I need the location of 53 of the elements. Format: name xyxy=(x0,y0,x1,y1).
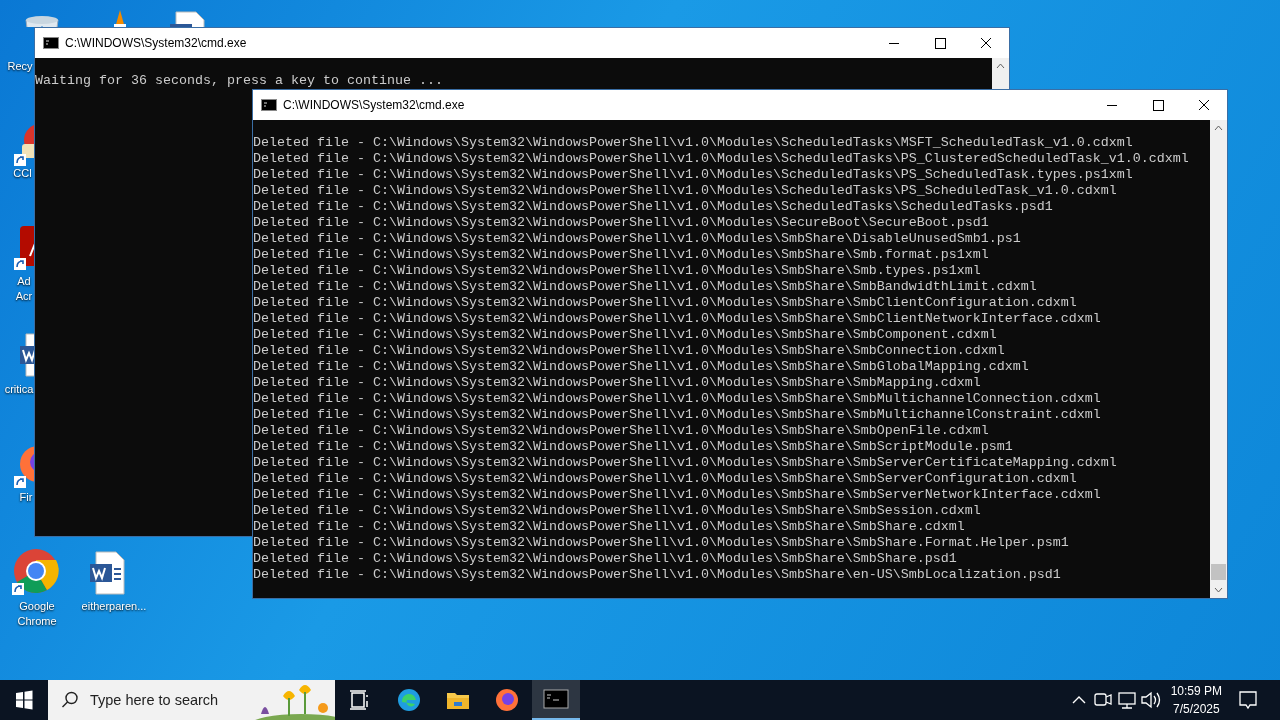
console-line: Deleted file - C:\Windows\System32\WindowsPowerShell\v1.0\Modules\SmbShare\SmbBandwidthLimit.cdxml xyxy=(253,279,1038,295)
console-line: Deleted file - C:\Windows\System32\WindowsPowerShell\v1.0\Modules\SmbShare\SmbShare.psd1 xyxy=(253,551,958,567)
console-line: Deleted file - C:\Windows\System32\WindowsPowerShell\v1.0\Modules\ScheduledTasks\ScheduledTasks.psd1 xyxy=(253,199,1054,215)
console-line: Deleted file - C:\Windows\System32\WindowsPowerShell\v1.0\Modules\SmbShare\SmbGlobalMapping.cdxml xyxy=(253,359,1030,375)
search-field[interactable]: Type here to search xyxy=(88,691,252,709)
console-line: Deleted file - C:\Windows\System32\WindowsPowerShell\v1.0\Modules\SmbShare\SmbOpenFile.cdxml xyxy=(253,423,990,439)
window-title: C:\WINDOWS\System32\cmd.exe xyxy=(65,36,247,50)
console-line: Deleted file - C:\Windows\System32\WindowsPowerShell\v1.0\Modules\ScheduledTasks\MSFT_ScheduledTask_v1.0.cdxml xyxy=(253,135,1134,151)
chrome-icon[interactable] xyxy=(12,547,60,595)
console-line: Deleted file - C:\Windows\System32\WindowsPowerShell\v1.0\Modules\SmbShare\SmbServerNetworkInterface.cdxml xyxy=(253,487,1102,503)
icon-label: Ad Acr xyxy=(14,274,34,304)
console-line: Deleted file - C:\Windows\System32\WindowsPowerShell\v1.0\Modules\SmbShare\SmbMultichannelConnection.cdxml xyxy=(253,391,1102,407)
search-bar[interactable]: Type here to search xyxy=(48,680,335,720)
console-line: Deleted file - C:\Windows\System32\WindowsPowerShell\v1.0\Modules\SmbShare\SmbShare.cdxml xyxy=(253,519,966,535)
window-title: C:\WINDOWS\System32\cmd.exe xyxy=(283,98,465,112)
console-line: Deleted file - C:\Windows\System32\WindowsPowerShell\v1.0\Modules\SmbShare\en-US\SmbLocalization.psd1 xyxy=(253,567,1062,583)
console-line: Deleted file - C:\Windows\System32\WindowsPowerShell\v1.0\Modules\ScheduledTasks\PS_ScheduledTask_v1.0.cdxml xyxy=(253,183,1118,199)
console-line: Deleted file - C:\Windows\System32\WindowsPowerShell\v1.0\Modules\SmbShare\SmbServerConfiguration.cdxml xyxy=(253,471,1078,487)
icon-label: Google Chrome xyxy=(16,599,58,629)
console-line: Deleted file - C:\Windows\System32\WindowsPowerShell\v1.0\Modules\SmbShare\SmbMultichannelConstraint.cdxml xyxy=(253,407,1102,423)
console-line: Deleted file - C:\Windows\System32\WindowsPowerShell\v1.0\Modules\SmbShare\DisableUnusedSmb1.ps1 xyxy=(253,231,1022,247)
icon-label: Fir xyxy=(18,490,34,505)
terminal-icon xyxy=(261,99,277,111)
console-line: Deleted file - C:\Windows\System32\WindowsPowerShell\v1.0\Modules\SmbShare\SmbMapping.cdxml xyxy=(253,375,982,391)
console-line: Deleted file - C:\Windows\System32\WindowsPowerShell\v1.0\Modules\SmbShare\SmbSession.cdxml xyxy=(253,503,982,519)
console-line: Deleted file - C:\Windows\System32\WindowsPowerShell\v1.0\Modules\SmbShare\Smb.format.ps1xml xyxy=(253,247,990,263)
console-line: Deleted file - C:\Windows\System32\WindowsPowerShell\v1.0\Modules\SmbShare\SmbConnection.cdxml xyxy=(253,343,1006,359)
icon-label: critica xyxy=(4,382,34,397)
terminal-icon xyxy=(543,686,569,712)
edge-icon xyxy=(396,687,422,713)
terminal-icon xyxy=(43,37,59,49)
console-line: Deleted file - C:\Windows\System32\WindowsPowerShell\v1.0\Modules\SmbShare\SmbServerCertificateMapping.cdxml xyxy=(253,455,1118,471)
console-line: Deleted file - C:\Windows\System32\WindowsPowerShell\v1.0\Modules\SecureBoot\SecureBoot.psd1 xyxy=(253,215,990,231)
console-line: Deleted file - C:\Windows\System32\WindowsPowerShell\v1.0\Modules\ScheduledTasks\PS_ScheduledTask.types.ps1xml xyxy=(253,167,1134,183)
clock-date: 7/5/2025 xyxy=(1172,701,1220,718)
console-line: Waiting for 36 seconds, press a key to continue ... xyxy=(35,73,444,89)
icon-label: Recy xyxy=(7,59,33,74)
icon-label: CCl xyxy=(13,166,32,181)
search-icon xyxy=(60,690,80,710)
console-line: Deleted file - C:\Windows\System32\WindowsPowerShell\v1.0\Modules\ScheduledTasks\PS_ClusteredScheduledTask_v1.0.cdxml xyxy=(253,151,1190,167)
console-line: Deleted file - C:\Windows\System32\WindowsPowerShell\v1.0\Modules\SmbShare\Smb.types.ps1xml xyxy=(253,263,982,279)
clock[interactable]: 10:59 PM 7/5/2025 xyxy=(1170,682,1222,718)
console-line: Deleted file - C:\Windows\System32\WindowsPowerShell\v1.0\Modules\SmbShare\SmbComponent.cdxml xyxy=(253,327,998,343)
console-line: Deleted file - C:\Windows\System32\WindowsPowerShell\v1.0\Modules\SmbShare\SmbClientConfiguration.cdxml xyxy=(253,295,1078,311)
scroll-thumb[interactable] xyxy=(1211,564,1226,580)
firefox-icon xyxy=(494,687,520,713)
scrollbar[interactable] xyxy=(1210,120,1227,598)
clock-time: 10:59 PM xyxy=(1170,683,1222,700)
console-line: Deleted file - C:\Windows\System32\WindowsPowerShell\v1.0\Modules\SmbShare\SmbShare.Format.Helper.psm1 xyxy=(253,535,1070,551)
console-line: Deleted file - C:\Windows\System32\WindowsPowerShell\v1.0\Modules\SmbShare\SmbClientNetworkInterface.cdxml xyxy=(253,311,1102,327)
icon-label: eitherparen... xyxy=(80,599,148,614)
taskbar-button[interactable] xyxy=(532,680,580,720)
console-line: Deleted file - C:\Windows\System32\WindowsPowerShell\v1.0\Modules\SmbShare\SmbScriptModule.psm1 xyxy=(253,439,1014,455)
